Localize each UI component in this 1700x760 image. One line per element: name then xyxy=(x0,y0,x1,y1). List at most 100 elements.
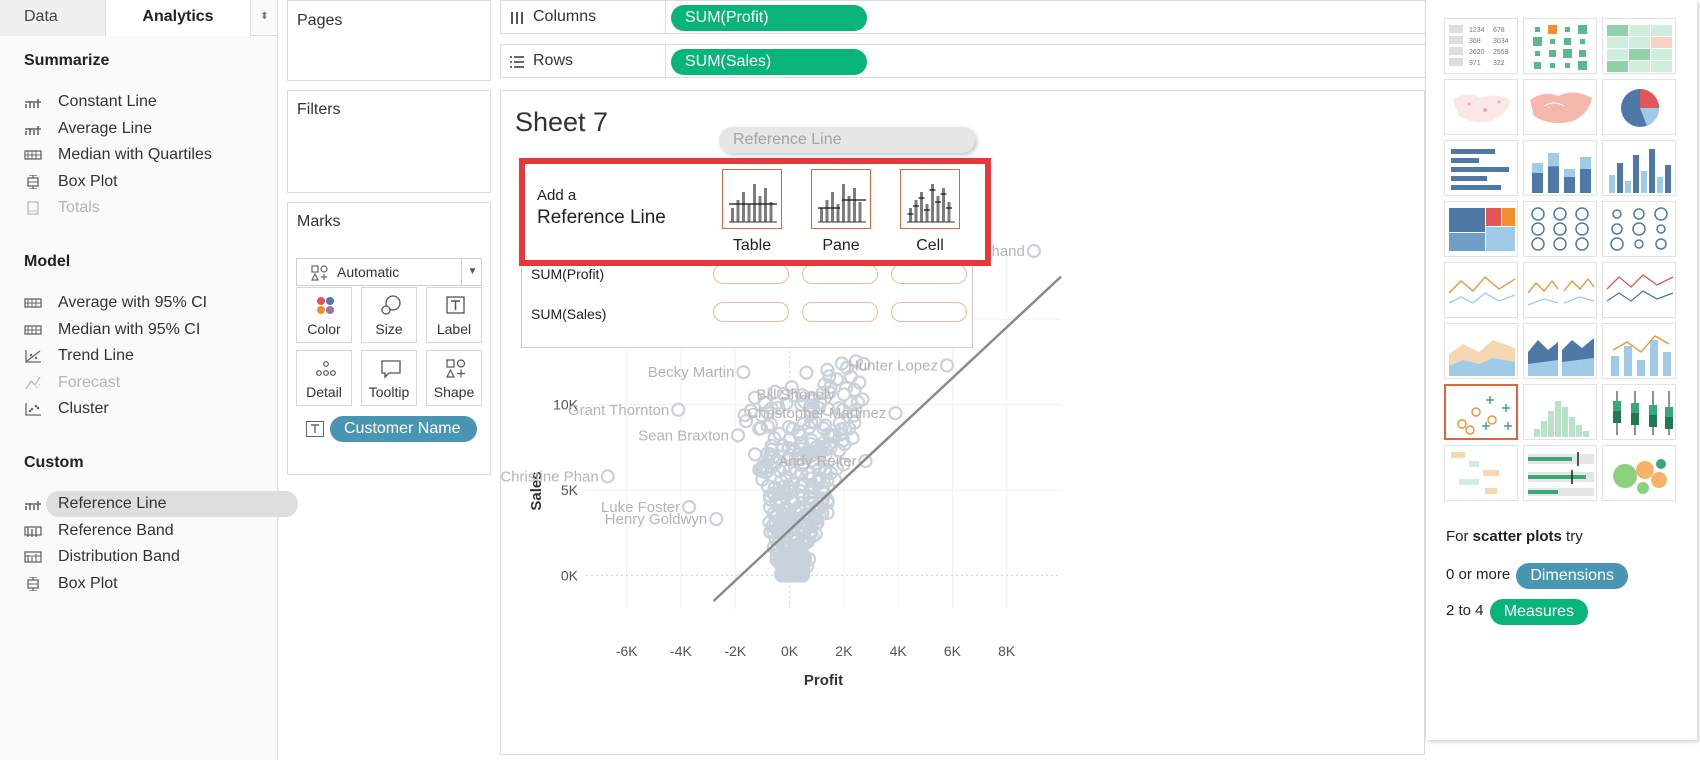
showme-bullet-graph[interactable] xyxy=(1523,445,1597,501)
showme-lines-discrete[interactable] xyxy=(1523,262,1597,318)
text-table-icon: 1234 678 368 3034 2620 2559 971 322 xyxy=(1449,25,1509,67)
analytics-item-constant-line[interactable]: Constant Line xyxy=(24,89,272,115)
scope-pane-label: Pane xyxy=(822,237,860,254)
drop-slot-profit-pane[interactable] xyxy=(802,264,878,284)
color-button[interactable]: Color xyxy=(296,287,352,343)
drop-row-profit-label: SUM(Profit) xyxy=(531,266,605,282)
showme-side-by-side-circles[interactable] xyxy=(1602,201,1676,257)
analytics-item-average-with-95-ci[interactable]: Average with 95% CI xyxy=(24,290,272,316)
filters-card[interactable]: Filters xyxy=(287,90,491,193)
reference-scope-icon xyxy=(907,184,955,223)
side-by-side-circles-icon xyxy=(1610,207,1668,251)
showme-histogram[interactable] xyxy=(1523,384,1597,440)
showme-pie-chart[interactable] xyxy=(1602,79,1676,135)
showme-filled-map[interactable] xyxy=(1523,79,1597,135)
analytics-item-distribution-band[interactable]: Distribution Band xyxy=(24,544,272,570)
showme-side-by-side-bars[interactable] xyxy=(1602,140,1676,196)
sum-sales-pill[interactable]: SUM(Sales) xyxy=(671,49,867,75)
showme-gantt-chart[interactable] xyxy=(1444,445,1518,501)
scatter-point[interactable] xyxy=(747,447,763,462)
scatter-point[interactable] xyxy=(829,372,844,387)
analytics-item-average-line[interactable]: Average Line xyxy=(24,116,272,142)
scope-table-target[interactable] xyxy=(722,169,782,229)
drop-slot-profit-table[interactable] xyxy=(713,264,789,284)
size-button[interactable]: Size xyxy=(361,287,417,343)
drop-slot-profit-cell[interactable] xyxy=(891,264,967,284)
dual-combination-icon xyxy=(1611,335,1671,376)
analytics-item-median-with-95-ci[interactable]: Median with 95% CI xyxy=(24,317,272,343)
reference-scope-icon xyxy=(729,184,777,223)
forecast-icon xyxy=(25,376,41,389)
section-title-summarize: Summarize xyxy=(24,52,110,69)
drop-slot-sales-table[interactable] xyxy=(713,302,789,322)
showme-highlight-table[interactable] xyxy=(1602,18,1676,74)
analytics-item-median-with-quartiles[interactable]: Median with Quartiles xyxy=(24,142,272,168)
drop-prompt-small: Add a xyxy=(537,187,577,204)
scatter-point[interactable] xyxy=(671,402,686,417)
scatter-point[interactable] xyxy=(736,365,751,380)
columns-label: Columns xyxy=(533,8,597,25)
showme-packed-bubbles[interactable] xyxy=(1602,445,1676,501)
analytics-item-reference-line[interactable]: Reference Line xyxy=(24,491,298,517)
showme-circle-views[interactable] xyxy=(1523,201,1597,257)
showme-stacked-bars[interactable] xyxy=(1523,140,1597,196)
sum-profit-pill[interactable]: SUM(Profit) xyxy=(671,5,867,31)
scatter-point[interactable] xyxy=(939,358,955,373)
drop-slot-sales-pane[interactable] xyxy=(802,302,878,322)
scatter-point[interactable] xyxy=(730,428,746,443)
mark-type-dropdown[interactable]: Automatic ▼ xyxy=(296,258,482,286)
showme-treemap[interactable] xyxy=(1444,201,1518,257)
x-tick-label: 8K xyxy=(998,643,1016,659)
showme-dual-combination[interactable] xyxy=(1602,323,1676,379)
marks-card-title: Marks xyxy=(297,213,341,230)
showme-dual-lines[interactable] xyxy=(1602,262,1676,318)
showme-scatter-plot[interactable] xyxy=(1444,384,1518,440)
point-label: Becky Martin xyxy=(648,364,735,381)
tooltip-button[interactable]: Tooltip xyxy=(361,350,417,406)
dimensions-requirement: 0 or more Dimensions xyxy=(1446,562,1628,589)
showme-area-discrete[interactable] xyxy=(1523,323,1597,379)
label-button[interactable]: Label xyxy=(426,287,482,343)
customer-name-pill[interactable]: Customer Name xyxy=(330,416,477,442)
detail-label: Detail xyxy=(306,384,342,400)
label-label: Label xyxy=(436,321,472,337)
circle-views-icon xyxy=(1531,207,1589,251)
showme-text-table[interactable]: 1234 678 368 3034 2620 2559 971 322 xyxy=(1444,18,1518,74)
reference-line-drag-ghost: Reference Line xyxy=(719,127,975,153)
drop-slot-sales-cell[interactable] xyxy=(891,302,967,322)
sort-icon[interactable]: ⬍ xyxy=(250,0,278,36)
showme-symbol-map[interactable] xyxy=(1444,79,1518,135)
scatter-point[interactable] xyxy=(888,406,903,421)
scatter-point[interactable] xyxy=(709,511,724,527)
scatter-point[interactable] xyxy=(836,387,851,402)
analytics-item-trend-line[interactable]: Trend Line xyxy=(24,343,272,369)
tab-analytics[interactable]: Analytics xyxy=(106,0,250,36)
packed-bubbles-icon xyxy=(1613,459,1667,494)
hint-chart-type: scatter plots xyxy=(1472,528,1562,545)
scope-pane-target[interactable] xyxy=(811,169,871,229)
analytics-item-cluster[interactable]: Cluster xyxy=(24,396,272,422)
showme-box-and-whisker[interactable] xyxy=(1602,384,1676,440)
showme-area-continuous[interactable] xyxy=(1444,323,1518,379)
scope-cell-target[interactable] xyxy=(900,169,960,229)
detail-button[interactable]: Detail xyxy=(296,350,352,406)
showme-horizontal-bars[interactable] xyxy=(1444,140,1518,196)
y-tick-label: 0K xyxy=(561,567,579,583)
scatter-point[interactable] xyxy=(799,365,814,380)
analytics-item-reference-band[interactable]: Reference Band xyxy=(24,518,272,544)
reference-line-icon xyxy=(25,501,41,510)
showme-heat-map[interactable] xyxy=(1523,18,1597,74)
marks-card: Marks Automatic ▼ Color Size Label Detai… xyxy=(287,202,491,475)
analytics-item-box-plot[interactable]: Box Plot xyxy=(24,571,272,597)
shape-label: Shape xyxy=(433,384,475,400)
scatter-point[interactable] xyxy=(1026,243,1041,259)
tab-data[interactable]: Data xyxy=(0,0,106,36)
pages-card[interactable]: Pages xyxy=(287,0,491,81)
highlight-table-icon xyxy=(1607,25,1672,72)
analytics-item-box-plot[interactable]: Box Plot xyxy=(24,169,272,195)
point-label: Sean Braxton xyxy=(638,427,729,444)
showme-lines-continuous[interactable] xyxy=(1444,262,1518,318)
scatter-point[interactable] xyxy=(600,469,615,484)
shape-button[interactable]: Shape xyxy=(426,350,482,406)
median-quartiles-icon xyxy=(24,150,42,160)
